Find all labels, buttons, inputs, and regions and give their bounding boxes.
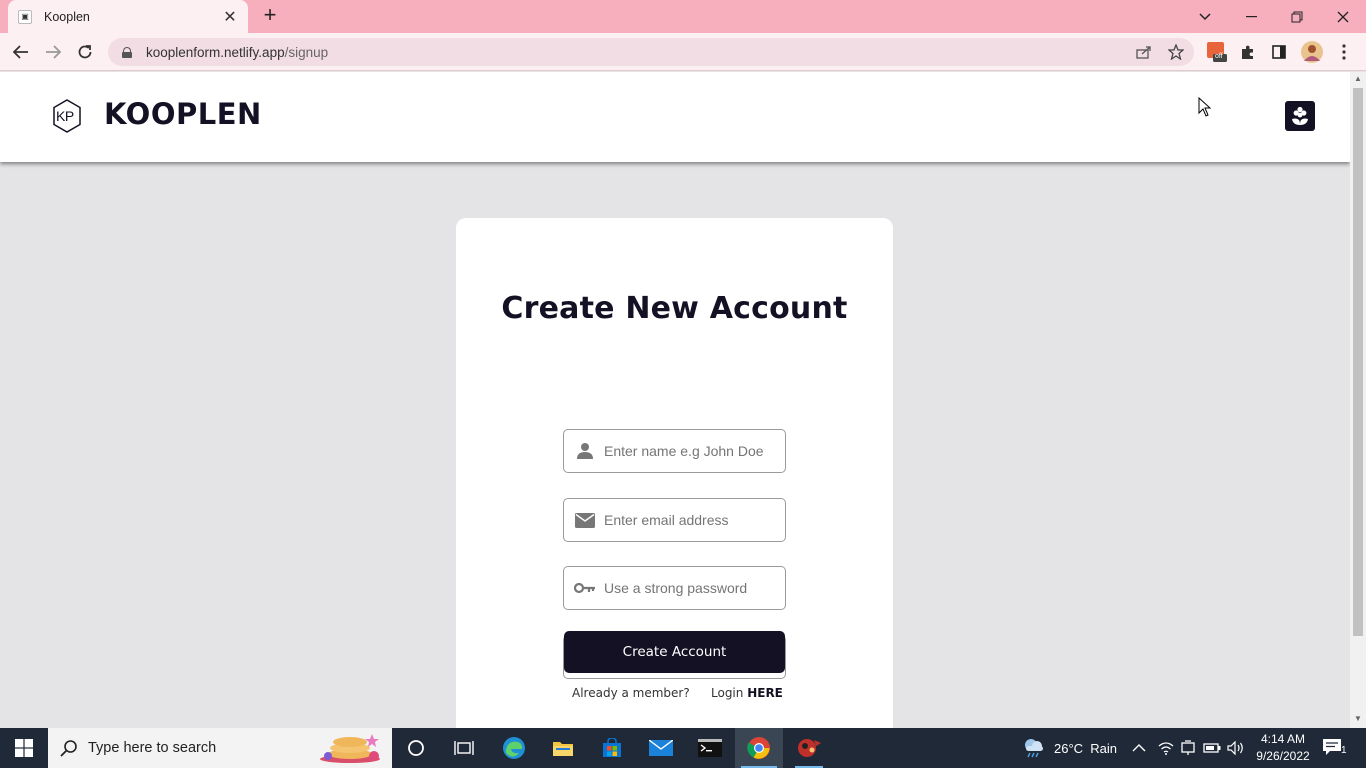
email-field[interactable] <box>563 498 786 542</box>
envelope-icon <box>574 510 596 530</box>
page-scrollbar[interactable]: ▲ ▼ <box>1350 72 1366 728</box>
mouse-cursor-icon <box>1198 97 1211 117</box>
action-center-button[interactable]: 1 <box>1322 736 1352 760</box>
taskbar-search-box[interactable]: Type here to search <box>48 728 392 768</box>
url-text: kooplenform.netlify.app/signup <box>146 44 329 60</box>
create-account-button[interactable]: Create Account <box>564 631 785 673</box>
signup-card: Create New Account Create Accou <box>456 218 893 728</box>
pancakes-search-highlight-icon <box>320 734 380 763</box>
notification-icon <box>1323 739 1341 755</box>
theme-toggle-button[interactable] <box>1285 101 1315 131</box>
page-title: Create New Account <box>501 291 848 326</box>
side-panel-icon[interactable] <box>1268 41 1290 63</box>
tab-close-icon[interactable]: ✕ <box>222 7 238 27</box>
rain-cloud-icon <box>1025 739 1043 758</box>
microsoft-store-icon[interactable] <box>588 728 636 768</box>
address-bar[interactable]: kooplenform.netlify.app/signup <box>108 38 1194 66</box>
wifi-icon[interactable] <box>1158 728 1174 768</box>
tab-title: Kooplen <box>44 9 90 24</box>
weather-text: 26°C Rain <box>1054 740 1118 756</box>
browser-toolbar: kooplenform.netlify.app/signup off <box>0 33 1366 71</box>
device-icon[interactable] <box>1181 728 1195 768</box>
task-view-icon[interactable] <box>440 728 488 768</box>
chrome-browser-icon[interactable] <box>735 728 783 768</box>
close-window-button[interactable] <box>1320 0 1366 33</box>
site-header: KP KOOPLEN <box>0 72 1350 162</box>
new-tab-button[interactable]: + <box>258 4 282 28</box>
password-field[interactable] <box>563 566 786 610</box>
file-explorer-icon[interactable] <box>539 728 587 768</box>
minimize-button[interactable] <box>1228 0 1274 33</box>
login-link[interactable]: Login HERE <box>711 686 783 700</box>
name-field[interactable] <box>563 429 786 473</box>
site-favicon-icon: ▣ <box>18 9 32 24</box>
screen-recorder-icon[interactable] <box>785 728 833 768</box>
taskbar-clock[interactable]: 4:14 AM 9/26/2022 <box>1248 731 1318 765</box>
name-input[interactable] <box>604 443 774 459</box>
back-button[interactable] <box>8 39 34 65</box>
logo-text: KP <box>56 108 74 124</box>
clock-time: 4:14 AM <box>1260 732 1306 746</box>
search-icon <box>60 740 77 757</box>
tab-search-icon[interactable] <box>1182 0 1228 33</box>
windows-taskbar: Type here to search 26°C Rain 4:14 AM 9/… <box>0 728 1366 768</box>
show-hidden-icons-icon[interactable] <box>1132 728 1146 768</box>
weather-widget[interactable]: 26°C Rain <box>1022 728 1117 768</box>
windows-start-button[interactable] <box>0 728 48 768</box>
key-icon <box>574 578 596 598</box>
extensions-puzzle-icon[interactable] <box>1237 41 1259 63</box>
browser-tab[interactable]: ▣ Kooplen ✕ <box>8 0 248 33</box>
restore-button[interactable] <box>1274 0 1320 33</box>
email-input[interactable] <box>604 512 774 528</box>
extension-off-icon[interactable]: off <box>1206 41 1228 63</box>
kp-logo-icon[interactable]: KP <box>52 99 82 133</box>
extension-badge: off <box>1215 53 1223 60</box>
browser-tab-strip: ▣ Kooplen ✕ + <box>0 0 1366 33</box>
scroll-down-icon[interactable]: ▼ <box>1354 714 1362 723</box>
user-icon <box>574 441 596 461</box>
mail-icon[interactable] <box>637 728 685 768</box>
volume-icon[interactable] <box>1227 728 1245 768</box>
bookmark-star-icon[interactable] <box>1165 41 1187 63</box>
search-placeholder: Type here to search <box>88 740 217 756</box>
site-brand-name[interactable]: KOOPLEN <box>104 97 262 131</box>
lock-icon <box>122 46 132 58</box>
profile-avatar[interactable] <box>1301 41 1323 63</box>
browser-menu-icon[interactable] <box>1333 41 1355 63</box>
flower-icon <box>1292 106 1308 125</box>
edge-browser-icon[interactable] <box>490 728 538 768</box>
battery-icon[interactable] <box>1203 728 1221 768</box>
terminal-icon[interactable] <box>686 728 734 768</box>
notification-count: 1 <box>1341 745 1347 756</box>
password-input[interactable] <box>604 580 774 596</box>
share-icon[interactable] <box>1133 41 1155 63</box>
reload-button[interactable] <box>72 39 98 65</box>
cortana-icon[interactable] <box>392 728 440 768</box>
scrollbar-thumb[interactable] <box>1353 88 1363 636</box>
forward-button[interactable] <box>40 39 66 65</box>
already-member-text: Already a member? <box>572 686 690 700</box>
page-viewport: KP KOOPLEN Create New Account Enter name… <box>0 72 1350 728</box>
scroll-up-icon[interactable]: ▲ <box>1354 74 1362 83</box>
clock-date: 9/26/2022 <box>1256 749 1310 763</box>
